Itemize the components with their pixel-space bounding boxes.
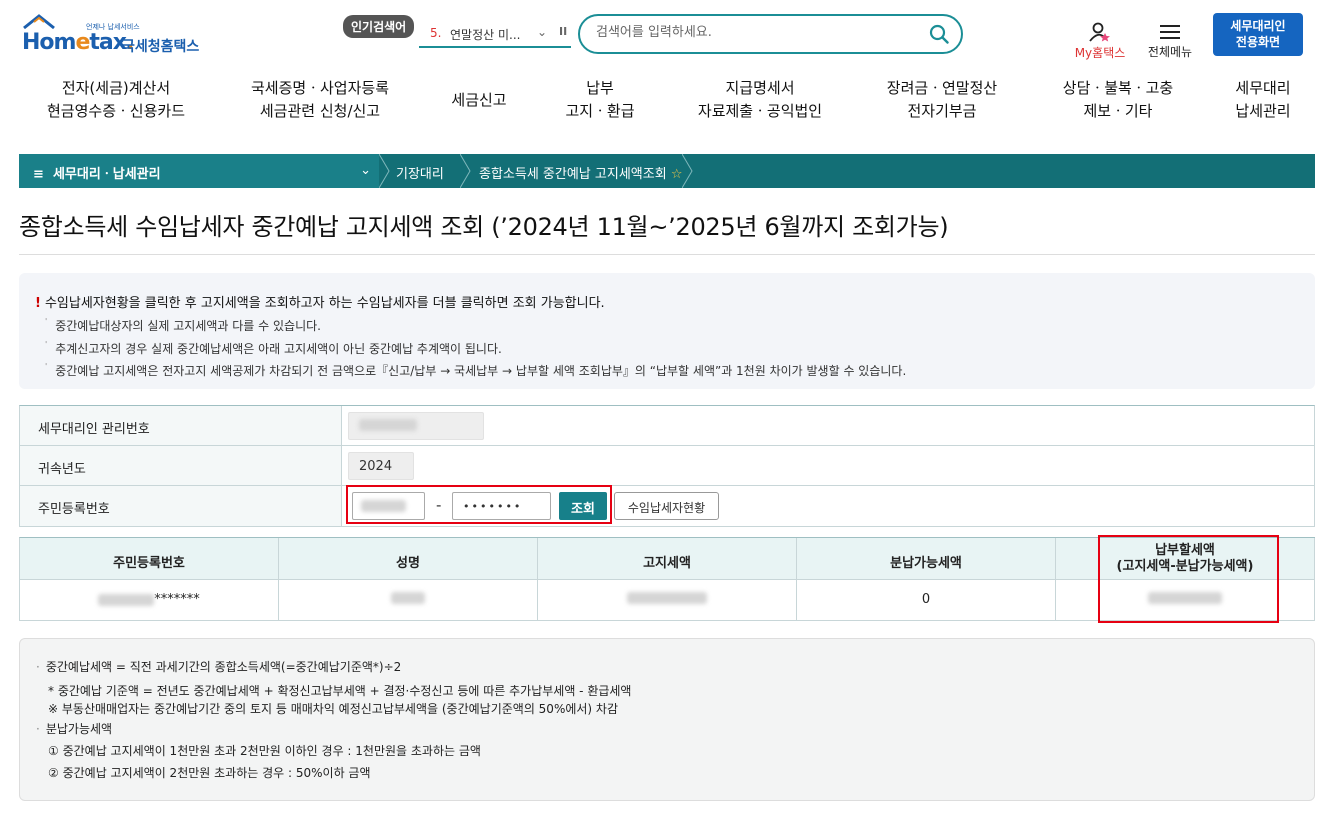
col-header-notified-tax: 고지세액 — [538, 538, 797, 580]
notice-main: ! 수임납세자현황을 클릭한 후 고지세액을 조회하고자 하는 수임납세자를 더블… — [35, 296, 605, 311]
all-menu-label: 전체메뉴 — [1147, 45, 1193, 59]
logo-korean: 국세청홈택스 — [122, 39, 200, 55]
nav-item-consulting[interactable]: 상담ㆍ불복ㆍ고충 제보ㆍ기타 — [1063, 77, 1173, 123]
breadcrumb-separator-icon — [379, 154, 390, 188]
formula-line: ① 중간예납 고지세액이 1천만원 초과 2천만원 이하인 경우 : 1천만원을… — [48, 744, 481, 758]
col-header-installment: 분납가능세액 — [797, 538, 1056, 580]
highlight-box-rrn — [346, 485, 612, 524]
breadcrumb-menu-label: 세무대리ㆍ납세관리 — [52, 167, 161, 182]
hamburger-icon — [1160, 25, 1180, 39]
table-row-installment[interactable]: 0 — [797, 580, 1056, 621]
user-icon — [1089, 22, 1110, 42]
breadcrumb-level3[interactable]: 종합소득세 중간예납 고지세액조회 ☆ — [479, 163, 682, 182]
breadcrumb-separator-icon — [460, 154, 471, 188]
agent-no-value — [348, 412, 484, 440]
chevron-down-icon[interactable]: ⌄ — [537, 25, 547, 39]
form-row-year: 귀속년도 2024 — [20, 446, 1314, 486]
formula-line: · 분납가능세액 — [36, 722, 113, 736]
notice-item: ' 중간예납대상자의 실제 고지세액과 다를 수 있습니다. — [45, 317, 321, 333]
formula-box: · 중간예납세액 = 직전 과세기간의 종합소득세액(=중간예납기준액*)÷2 *… — [19, 638, 1315, 801]
form-row-rrn: 주민등록번호 - ••••••• 조회 수임납세자현황 — [20, 486, 1314, 527]
table-row-notified-tax[interactable] — [538, 580, 797, 621]
my-hometax-label: My홈택스 — [1074, 46, 1126, 60]
search-input[interactable] — [596, 25, 916, 40]
pause-icon[interactable]: II — [559, 25, 567, 38]
col-header-rrn: 주민등록번호 — [20, 538, 279, 580]
nav-item-tax-filing[interactable]: 세금신고 — [451, 89, 506, 112]
formula-line: ※ 부동산매매업자는 중간예납기간 중의 토지 등 매매차익 예정신고납부세액을… — [48, 702, 618, 716]
formula-line: ② 중간예납 고지세액이 2천만원 초과하는 경우 : 50%이하 금액 — [48, 766, 371, 780]
col-header-name: 성명 — [279, 538, 538, 580]
notice-box: ! 수임납세자현황을 클릭한 후 고지세액을 조회하고자 하는 수임납세자를 더블… — [19, 273, 1315, 389]
nav-item-incentive[interactable]: 장려금ㆍ연말정산 전자기부금 — [887, 77, 997, 123]
breadcrumb-menu-dropdown[interactable]: ≡ 세무대리ㆍ납세관리 ⌄ — [19, 154, 379, 188]
breadcrumb-separator-icon — [682, 154, 693, 188]
popular-rank: 5. — [430, 26, 442, 40]
nav-item-tax-agent[interactable]: 세무대리 납세관리 — [1235, 77, 1290, 123]
all-menu-button[interactable]: 전체메뉴 — [1145, 24, 1195, 60]
formula-line: * 중간예납 기준액 = 전년도 중간예납세액 + 확정신고납부세액 + 결정·… — [48, 684, 632, 698]
agent-no-label: 세무대리인 관리번호 — [20, 406, 342, 445]
popular-term[interactable]: 연말정산 미... — [450, 26, 520, 43]
tax-agent-btn-line2: 전용화면 — [1235, 35, 1281, 49]
chevron-down-icon: ⌄ — [360, 163, 371, 178]
notice-item: ' 추계신고자의 경우 실제 중간예납세액은 아래 고지세액이 아닌 중간예납 추… — [45, 340, 502, 356]
client-status-button[interactable]: 수임납세자현황 — [614, 492, 719, 520]
highlight-box-payable — [1098, 535, 1279, 623]
rrn-label: 주민등록번호 — [20, 486, 342, 526]
hometax-logo[interactable]: 언제나 납세서비스 Hometax. 국세청홈택스 — [22, 14, 222, 58]
favorite-star-icon[interactable]: ☆ — [671, 167, 683, 182]
breadcrumb: ≡ 세무대리ㆍ납세관리 ⌄ 기장대리 종합소득세 중간예납 고지세액조회 ☆ — [19, 154, 1315, 188]
search-icon[interactable] — [929, 24, 949, 44]
nav-item-payment-statement[interactable]: 지급명세서 자료제출ㆍ공익법인 — [698, 77, 822, 123]
nav-item-certificates[interactable]: 국세증명ㆍ사업자등록 세금관련 신청/신고 — [251, 77, 389, 123]
popular-search-ticker[interactable]: 5. 연말정산 미... ⌄ II — [419, 22, 571, 48]
logo-wordmark: Hometax. — [22, 30, 134, 55]
exclamation-icon: ! — [35, 296, 41, 311]
form-row-agent-no: 세무대리인 관리번호 — [20, 406, 1314, 446]
table-row-name[interactable] — [279, 580, 538, 621]
breadcrumb-level2[interactable]: 기장대리 — [396, 163, 444, 182]
tax-agent-screen-button[interactable]: 세무대리인 전용화면 — [1213, 13, 1303, 56]
year-value: 2024 — [348, 452, 414, 480]
nav-item-payment[interactable]: 납부 고지ㆍ환급 — [565, 77, 634, 123]
popular-search-badge: 인기검색어 — [343, 15, 415, 38]
tax-agent-btn-line1: 세무대리인 — [1230, 19, 1286, 33]
search-box[interactable] — [578, 14, 963, 54]
nav-item-e-invoice[interactable]: 전자(세금)계산서 현금영수증ㆍ신용카드 — [47, 77, 185, 123]
my-hometax-link[interactable]: My홈택스 — [1068, 22, 1132, 61]
menu-icon: ≡ — [33, 167, 53, 182]
year-label: 귀속년도 — [20, 446, 342, 485]
notice-item: ' 중간예납 고지세액은 전자고지 세액공제가 차감되기 전 금액으로『신고/납부… — [45, 362, 907, 378]
main-nav: 전자(세금)계산서 현금영수증ㆍ신용카드 국세증명ㆍ사업자등록 세금관련 신청/신고… — [0, 77, 1331, 127]
search-form-table: 세무대리인 관리번호 귀속년도 2024 주민등록번호 - ••••••• 조회… — [19, 405, 1315, 527]
formula-line: · 중간예납세액 = 직전 과세기간의 종합소득세액(=중간예납기준액*)÷2 — [36, 660, 402, 674]
table-row-rrn[interactable]: ******* — [20, 580, 279, 621]
title-divider — [19, 254, 1315, 255]
page-title: 종합소득세 수임납세자 중간예납 고지세액 조회 (’2024년 11월~’20… — [19, 213, 949, 241]
